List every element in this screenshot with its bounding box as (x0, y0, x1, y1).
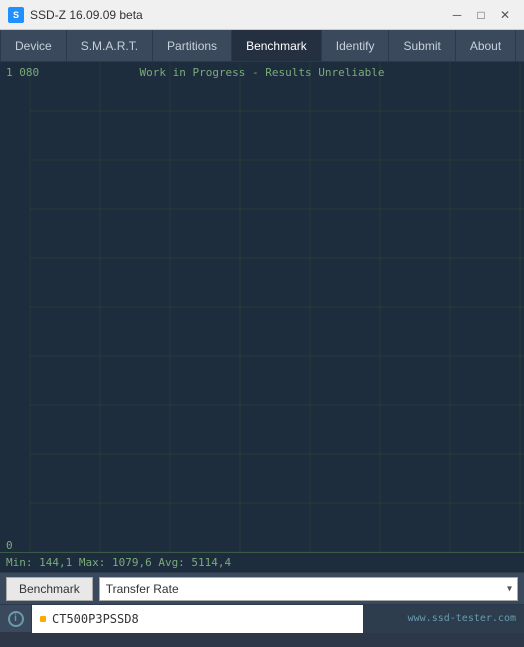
close-button[interactable]: ✕ (494, 4, 516, 26)
tab-identify[interactable]: Identify (322, 30, 390, 61)
status-bar: i CT500P3PSSD8 www.ssd-tester.com (0, 604, 524, 632)
benchmark-button[interactable]: Benchmark (6, 577, 93, 601)
minimize-button[interactable]: ─ (446, 4, 468, 26)
tab-submit[interactable]: Submit (389, 30, 455, 61)
device-indicator (40, 616, 46, 622)
device-name: CT500P3PSSD8 (52, 612, 139, 626)
tab-partitions[interactable]: Partitions (153, 30, 232, 61)
status-icon-area: i (0, 605, 32, 633)
tab-benchmark[interactable]: Benchmark (232, 30, 322, 61)
status-url-area: www.ssd-tester.com (364, 605, 524, 633)
chart-container: 1 080 Work in Progress - Results Unrelia… (0, 62, 524, 572)
chart-grid (0, 62, 524, 572)
stats-text: Min: 144,1 Max: 1079,6 Avg: 5114,4 (6, 556, 231, 569)
title-bar-left: S SSD-Z 16.09.09 beta (8, 7, 143, 23)
tab-device[interactable]: Device (0, 30, 67, 61)
benchmark-type-select[interactable]: Transfer Rate IOPS Access Time (99, 577, 518, 601)
chart-status-text: Work in Progress - Results Unreliable (0, 66, 524, 79)
app-icon: S (8, 7, 24, 23)
title-bar-controls: ─ □ ✕ (446, 4, 516, 26)
info-icon: i (8, 611, 24, 627)
y-label-bottom: 0 (6, 539, 13, 552)
tab-smart[interactable]: S.M.A.R.T. (67, 30, 153, 61)
transfer-rate-dropdown-wrapper: Transfer Rate IOPS Access Time ▾ (99, 577, 518, 601)
menu-bar: Device S.M.A.R.T. Partitions Benchmark I… (0, 30, 524, 62)
chart-area: 1 080 Work in Progress - Results Unrelia… (0, 62, 524, 572)
title-bar: S SSD-Z 16.09.09 beta ─ □ ✕ (0, 0, 524, 30)
maximize-button[interactable]: □ (470, 4, 492, 26)
stats-bar: Min: 144,1 Max: 1079,6 Avg: 5114,4 (0, 552, 524, 572)
status-device-area: CT500P3PSSD8 (32, 605, 364, 633)
status-url: www.ssd-tester.com (408, 613, 516, 624)
controls-row: Benchmark Transfer Rate IOPS Access Time… (0, 572, 524, 604)
tab-about[interactable]: About (456, 30, 516, 61)
window-title: SSD-Z 16.09.09 beta (30, 8, 143, 22)
